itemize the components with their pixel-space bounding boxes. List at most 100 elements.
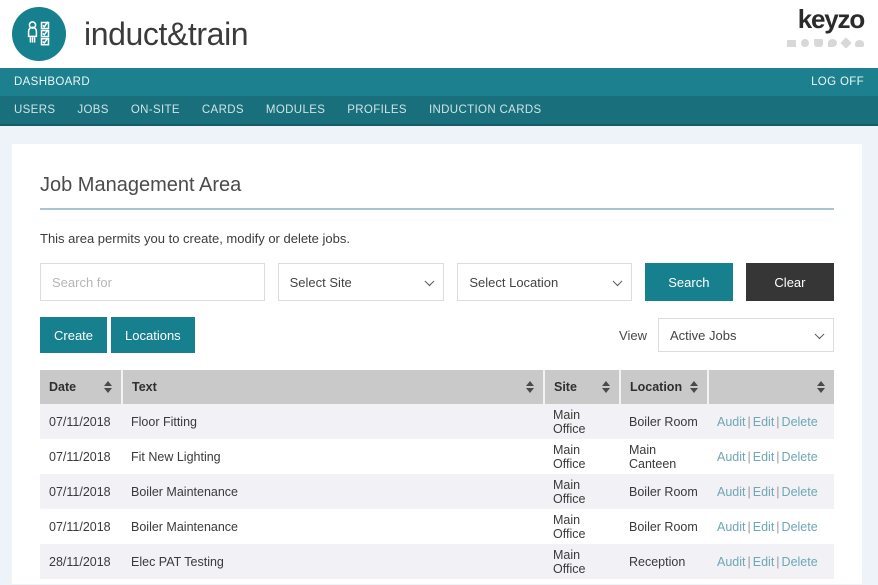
page-body: Job Management Area This area permits yo… (0, 126, 878, 584)
column-header-text[interactable]: Text (122, 370, 545, 404)
page-title: Job Management Area (40, 174, 242, 196)
column-header-date-label: Date (49, 380, 77, 394)
square-icon (787, 39, 796, 47)
delete-link[interactable]: Delete (782, 520, 818, 534)
edit-link[interactable]: Edit (753, 555, 775, 569)
sort-arrows-icon (602, 381, 610, 393)
clear-button[interactable]: Clear (745, 263, 835, 301)
audit-link[interactable]: Audit (717, 450, 746, 464)
cell-actions: Audit | Edit | Delete (708, 474, 834, 509)
circle-icon (801, 39, 809, 47)
sort-arrows-icon (690, 381, 698, 393)
edit-link[interactable]: Edit (753, 485, 775, 499)
edit-link[interactable]: Edit (753, 415, 775, 429)
action-separator: | (747, 484, 751, 499)
cell-text: Boiler Maintenance (122, 474, 544, 509)
cell-text: Floor Fitting (122, 404, 544, 439)
column-header-location-label: Location (630, 380, 683, 394)
nav-logoff-link[interactable]: LOG OFF (811, 76, 864, 88)
site-select[interactable]: Select Site (277, 263, 445, 301)
nav-item-jobs[interactable]: JOBS (77, 104, 108, 116)
action-separator: | (776, 414, 780, 429)
brand-logo-group[interactable]: induct&train (0, 7, 249, 61)
cell-actions: Audit | Edit | Delete (708, 439, 834, 474)
action-separator: | (776, 519, 780, 534)
cell-date: 28/11/2018 (40, 544, 122, 579)
delete-link[interactable]: Delete (782, 415, 818, 429)
filter-toolbar: Select Site Select Location Search Clear (40, 263, 835, 301)
page-description: This area permits you to create, modify … (40, 231, 350, 246)
cell-actions: Audit | Edit | Delete (708, 544, 834, 579)
nav-item-on-site[interactable]: ON-SITE (131, 104, 180, 116)
location-select-value: Select Location (469, 274, 559, 290)
edit-link[interactable]: Edit (753, 450, 775, 464)
top-nav-bar: DASHBOARD LOG OFF (0, 68, 878, 96)
content-card: Job Management Area This area permits yo… (12, 144, 862, 584)
action-separator: | (747, 519, 751, 534)
cloud-icon (855, 39, 864, 47)
audit-link[interactable]: Audit (717, 520, 746, 534)
action-separator: | (747, 554, 751, 569)
location-select[interactable]: Select Location (457, 263, 632, 301)
column-header-text-label: Text (132, 380, 157, 394)
sort-arrows-icon (104, 381, 112, 393)
delete-link[interactable]: Delete (782, 450, 818, 464)
table-row: 07/11/2018 Boiler Maintenance Main Office B… (40, 509, 834, 544)
action-separator: | (776, 449, 780, 464)
column-header-site[interactable]: Site (544, 370, 621, 404)
audit-link[interactable]: Audit (717, 415, 746, 429)
search-input[interactable] (40, 263, 265, 301)
sort-arrows-icon (526, 381, 534, 393)
cell-date: 07/11/2018 (40, 474, 122, 509)
view-filter-group: View Active Jobs (619, 318, 834, 352)
column-header-actions[interactable] (708, 370, 834, 404)
nav-item-induction-cards[interactable]: INDUCTION CARDS (429, 104, 542, 116)
table-row: 07/11/2018 Boiler Maintenance Main Office B… (40, 474, 834, 509)
sub-nav-bar: USERS JOBS ON-SITE CARDS MODULES PROFILE… (0, 96, 878, 126)
audit-link[interactable]: Audit (717, 555, 746, 569)
nav-item-users[interactable]: USERS (14, 104, 55, 116)
column-header-site-label: Site (554, 380, 577, 394)
cart-icon (814, 39, 823, 47)
edit-link[interactable]: Edit (753, 520, 775, 534)
search-button[interactable]: Search (644, 263, 733, 301)
view-select[interactable]: Active Jobs (658, 318, 834, 352)
cell-site: Main Office (544, 544, 620, 579)
locations-button[interactable]: Locations (111, 317, 195, 353)
cell-site: Main Office (544, 404, 620, 439)
delete-link[interactable]: Delete (782, 485, 818, 499)
nav-item-cards[interactable]: CARDS (202, 104, 244, 116)
chat-icon (828, 39, 837, 47)
site-select-value: Select Site (289, 274, 352, 290)
action-separator: | (747, 449, 751, 464)
column-header-date[interactable]: Date (40, 370, 123, 404)
cell-actions: Audit | Edit | Delete (708, 404, 834, 439)
cell-site: Main Office (544, 474, 620, 509)
person-checklist-icon (12, 7, 66, 61)
action-separator: | (776, 484, 780, 499)
partner-logo: keyzo (787, 6, 865, 49)
cell-location: Boiler Room (620, 404, 708, 439)
action-separator: | (747, 414, 751, 429)
table-row: 07/11/2018 Fit New Lighting Main Office Mai… (40, 439, 834, 474)
cell-location: Boiler Room (620, 509, 708, 544)
delete-link[interactable]: Delete (782, 555, 818, 569)
brand-header: induct&train keyzo (0, 0, 878, 68)
view-select-value: Active Jobs (670, 327, 737, 343)
nav-item-modules[interactable]: MODULES (266, 104, 325, 116)
table-row: 07/11/2018 Floor Fitting Main Office Boiler… (40, 404, 834, 439)
table-row: 28/11/2018 Elec PAT Testing Main Office Rec… (40, 544, 834, 579)
jobs-table-body: 07/11/2018 Floor Fitting Main Office Boiler… (40, 404, 834, 579)
nav-dashboard-link[interactable]: DASHBOARD (14, 76, 90, 88)
audit-link[interactable]: Audit (717, 485, 746, 499)
cell-site: Main Office (544, 439, 620, 474)
nav-item-profiles[interactable]: PROFILES (347, 104, 407, 116)
pencil-icon (840, 37, 852, 49)
column-header-location[interactable]: Location (620, 370, 709, 404)
cell-text: Fit New Lighting (122, 439, 544, 474)
title-divider (40, 208, 834, 210)
create-button[interactable]: Create (40, 317, 108, 353)
jobs-table-head: Date Text Site Location (40, 370, 834, 404)
sort-arrows-icon (817, 381, 825, 393)
cell-location: Reception (620, 544, 708, 579)
